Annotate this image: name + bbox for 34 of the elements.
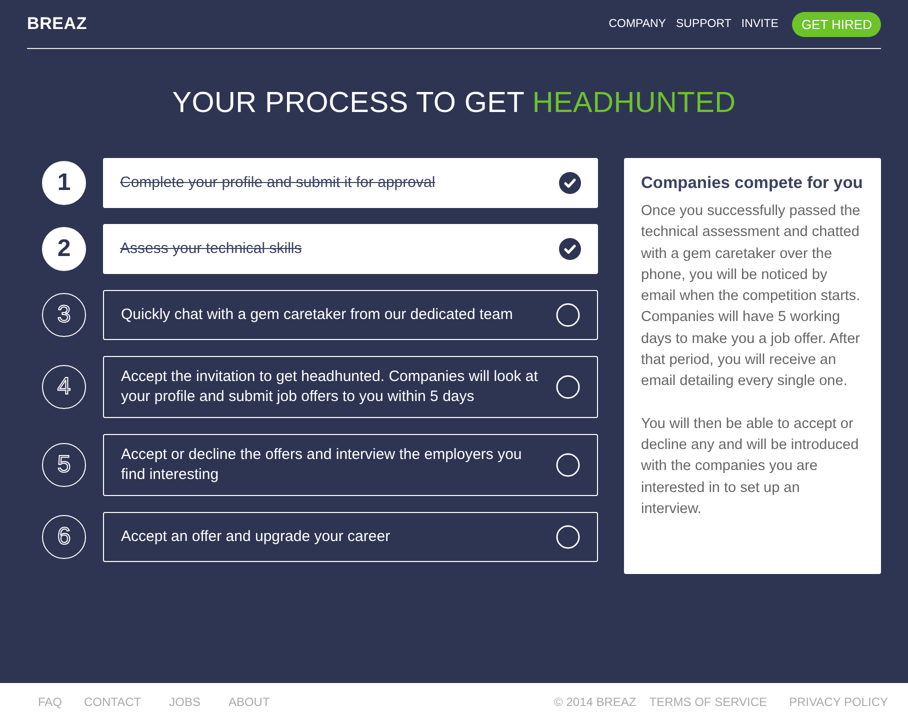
footer-link[interactable]: CONTACT — [84, 694, 142, 708]
step-number: 4 — [42, 365, 86, 409]
logo: BREAZ — [27, 14, 88, 34]
step-text: Complete your profile and submit it for approval — [120, 173, 436, 193]
step-number: 3 — [42, 293, 86, 337]
step-number: 5 — [42, 443, 86, 487]
step-number: 6 — [42, 515, 86, 559]
empty-circle-icon — [556, 375, 580, 399]
step-text: Quickly chat with a gem caretaker from our dedicated team — [121, 305, 514, 325]
panel-paragraph: Once you successfully passed the technical assessment and chatted with a gem caretaker over the phone, you will be noticed by email when the competition starts. Companies will have 5 working days to make you a job offer. After that period, you will receive an email detailing every single one. — [641, 202, 862, 392]
empty-circle-icon — [556, 453, 580, 477]
step-text: Assess your technical skills — [120, 239, 303, 259]
checkmark-icon — [559, 172, 581, 194]
step-number: 2 — [42, 227, 86, 271]
footer-link[interactable]: JOBS — [169, 694, 200, 708]
get-hired-button[interactable]: GET HIRED — [792, 12, 881, 36]
copyright: © 2014 BREAZ — [554, 694, 636, 708]
step-number: 1 — [42, 161, 86, 205]
footer-link[interactable]: FAQ — [38, 694, 62, 708]
panel-paragraph: You will then be able to accept or decline any and will be introduced with the companies you are interested in to set up an interview. — [641, 414, 860, 519]
nav-link[interactable]: INVITE — [741, 18, 778, 30]
footer-link[interactable]: ABOUT — [228, 694, 270, 708]
checkmark-icon — [559, 238, 581, 260]
empty-circle-icon — [556, 303, 580, 327]
footer-link[interactable]: PRIVACY POLICY — [789, 694, 888, 708]
step-text: Accept or decline the offers and interview the employers you find interesting — [121, 445, 523, 485]
step-text: Accept an offer and upgrade your career — [121, 527, 392, 547]
panel-heading: Companies compete for you — [641, 174, 864, 193]
nav-link[interactable]: COMPANY — [608, 18, 666, 30]
footer-link[interactable]: TERMS OF SERVICE — [649, 694, 768, 708]
nav-link[interactable]: SUPPORT — [676, 18, 732, 30]
empty-circle-icon — [556, 525, 580, 549]
page-title: YOUR PROCESS TO GET HEADHUNTED — [171, 87, 737, 120]
step-text: Accept the invitation to get headhunted. Companies will look at your profile and submit job offers to you within 5 days — [121, 367, 539, 407]
